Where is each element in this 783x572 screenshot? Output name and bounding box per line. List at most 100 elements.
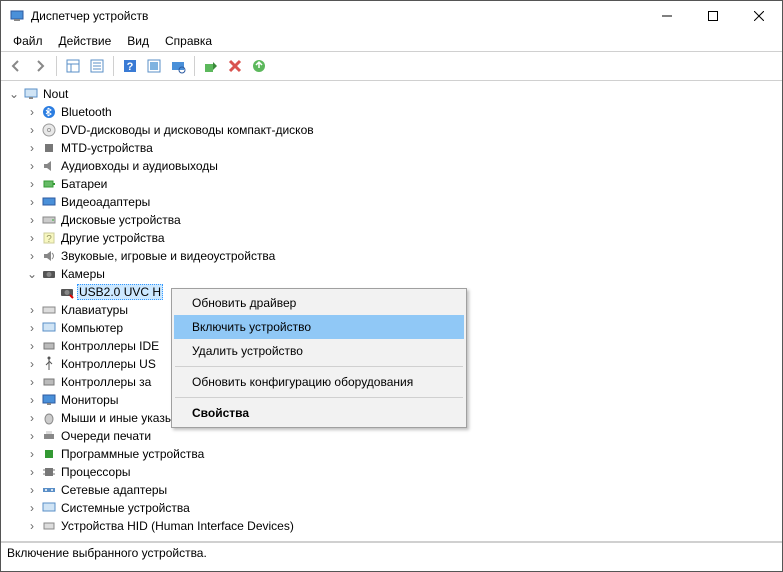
expand-icon[interactable]: › xyxy=(25,303,39,317)
node-label: Звуковые, игровые и видеоустройства xyxy=(59,249,277,263)
camera-icon xyxy=(59,284,75,300)
node-label: Камеры xyxy=(59,267,107,281)
ctx-enable-device[interactable]: Включить устройство xyxy=(174,315,464,339)
ctx-scan-hardware[interactable]: Обновить конфигурацию оборудования xyxy=(174,370,464,394)
tree-node-soft[interactable]: › Программные устройства xyxy=(7,445,782,463)
expand-icon[interactable]: › xyxy=(25,321,39,335)
tree-node-other[interactable]: ›?Другие устройства xyxy=(7,229,782,247)
node-label: Bluetooth xyxy=(59,105,114,119)
tree-node-sound[interactable]: › Звуковые, игровые и видеоустройства xyxy=(7,247,782,265)
close-button[interactable] xyxy=(736,1,782,31)
window-title: Диспетчер устройств xyxy=(31,9,644,23)
expand-icon[interactable]: › xyxy=(25,231,39,245)
show-hide-tree-button[interactable] xyxy=(62,55,84,77)
expand-icon[interactable]: › xyxy=(25,447,39,461)
update-driver-button[interactable] xyxy=(248,55,270,77)
root-node[interactable]: ⌄ Nout xyxy=(7,85,782,103)
expand-icon[interactable]: › xyxy=(25,501,39,515)
expand-icon[interactable]: › xyxy=(25,177,39,191)
tree-node-video[interactable]: › Видеоадаптеры xyxy=(7,193,782,211)
expand-icon[interactable]: › xyxy=(25,519,39,533)
battery-icon xyxy=(41,176,57,192)
expand-icon[interactable]: › xyxy=(25,465,39,479)
menu-view[interactable]: Вид xyxy=(119,32,157,50)
separator xyxy=(194,56,195,76)
device-manager-window: Диспетчер устройств Файл Действие Вид Сп… xyxy=(0,0,783,572)
tree-node-sys[interactable]: › Системные устройства xyxy=(7,499,782,517)
node-label: Клавиатуры xyxy=(59,303,130,317)
expand-icon[interactable]: › xyxy=(25,339,39,353)
usb-icon xyxy=(41,356,57,372)
tree-node-disk[interactable]: › Дисковые устройства xyxy=(7,211,782,229)
expand-icon[interactable]: › xyxy=(25,141,39,155)
controller-icon xyxy=(41,338,57,354)
tree-node-battery[interactable]: › Батареи xyxy=(7,175,782,193)
expand-icon[interactable]: › xyxy=(25,375,39,389)
expand-icon[interactable]: › xyxy=(25,213,39,227)
collapse-icon[interactable]: ⌄ xyxy=(7,87,21,101)
tree-node-net[interactable]: › Сетевые адаптеры xyxy=(7,481,782,499)
maximize-button[interactable] xyxy=(690,1,736,31)
controller-icon xyxy=(41,374,57,390)
tree-node-dvd[interactable]: ›DVD-дисководы и дисководы компакт-диско… xyxy=(7,121,782,139)
help-button[interactable]: ? xyxy=(119,55,141,77)
node-label: Контроллеры US xyxy=(59,357,158,371)
separator xyxy=(113,56,114,76)
expand-icon[interactable]: › xyxy=(25,429,39,443)
printer-icon xyxy=(41,428,57,444)
expand-icon[interactable]: › xyxy=(25,357,39,371)
chip-icon xyxy=(41,446,57,462)
computer-icon xyxy=(41,320,57,336)
back-button[interactable] xyxy=(5,55,27,77)
node-label: Мониторы xyxy=(59,393,120,407)
node-label: Сетевые адаптеры xyxy=(59,483,169,497)
expand-icon[interactable]: › xyxy=(25,393,39,407)
collapse-icon[interactable]: ⌄ xyxy=(25,267,39,281)
keyboard-icon xyxy=(41,302,57,318)
tree-node-hid[interactable]: › Устройства HID (Human Interface Devices… xyxy=(7,517,782,535)
computer-icon xyxy=(23,86,39,102)
separator xyxy=(175,397,463,398)
properties-button[interactable] xyxy=(86,55,108,77)
node-label: Видеоадаптеры xyxy=(59,195,152,209)
tree-node-cpu[interactable]: ›Процессоры xyxy=(7,463,782,481)
ctx-uninstall-device[interactable]: Удалить устройство xyxy=(174,339,464,363)
device-tree[interactable]: ⌄ Nout › Bluetooth ›DVD-дисководы и диско… xyxy=(1,81,782,542)
tree-node-mtd[interactable]: ›MTD-устройства xyxy=(7,139,782,157)
menu-action[interactable]: Действие xyxy=(51,32,120,50)
node-label: Устройства HID (Human Interface Devices) xyxy=(59,519,296,533)
node-label: Компьютер xyxy=(59,321,125,335)
forward-button[interactable] xyxy=(29,55,51,77)
toolbar: ? xyxy=(1,51,782,81)
expand-icon[interactable]: › xyxy=(25,195,39,209)
tree-node-audio[interactable]: ›Аудиовходы и аудиовыходы xyxy=(7,157,782,175)
node-label: USB2.0 UVC H xyxy=(77,284,163,300)
separator xyxy=(56,56,57,76)
minimize-button[interactable] xyxy=(644,1,690,31)
expand-icon[interactable]: › xyxy=(25,249,39,263)
tree-node-cameras[interactable]: ⌄ Камеры xyxy=(7,265,782,283)
menu-file[interactable]: Файл xyxy=(5,32,51,50)
expand-icon[interactable]: › xyxy=(25,105,39,119)
node-label: Системные устройства xyxy=(59,501,192,515)
monitor-icon xyxy=(41,392,57,408)
action-button[interactable] xyxy=(143,55,165,77)
node-label: Очереди печати xyxy=(59,429,153,443)
node-label: Батареи xyxy=(59,177,109,191)
uninstall-button[interactable] xyxy=(224,55,246,77)
ctx-update-driver[interactable]: Обновить драйвер xyxy=(174,291,464,315)
separator xyxy=(175,366,463,367)
expand-icon[interactable]: › xyxy=(25,159,39,173)
enable-button[interactable] xyxy=(200,55,222,77)
expand-icon[interactable]: › xyxy=(25,123,39,137)
expand-icon[interactable]: › xyxy=(25,411,39,425)
expand-icon[interactable]: › xyxy=(25,483,39,497)
node-label: Дисковые устройства xyxy=(59,213,183,227)
tree-node-bluetooth[interactable]: › Bluetooth xyxy=(7,103,782,121)
ctx-properties[interactable]: Свойства xyxy=(174,401,464,425)
menu-help[interactable]: Справка xyxy=(157,32,220,50)
tree-node-printq[interactable]: › Очереди печати xyxy=(7,427,782,445)
node-label: Программные устройства xyxy=(59,447,206,461)
scan-hardware-button[interactable] xyxy=(167,55,189,77)
network-icon xyxy=(41,482,57,498)
